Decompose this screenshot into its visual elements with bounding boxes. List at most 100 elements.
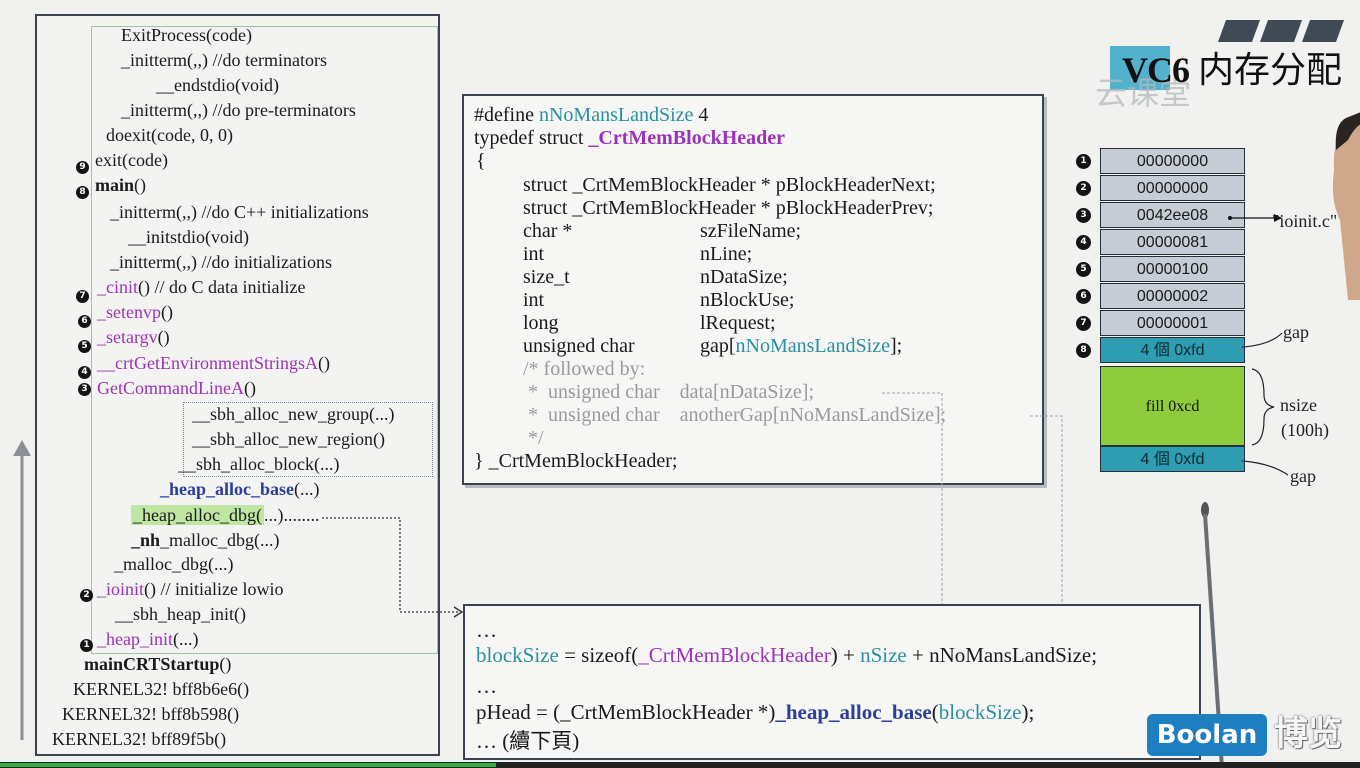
- call-stack-text: __initstdio(void): [128, 227, 249, 247]
- call-stack-text: _setenvp: [97, 302, 161, 322]
- presenter-figure: [1332, 112, 1360, 300]
- call-stack-text: _cinit: [97, 277, 138, 297]
- fill-cell: fill 0xcd: [1100, 366, 1245, 446]
- call-stack-line: mainCRTStartup(): [84, 653, 231, 675]
- call-stack-text: _malloc_dbg(...): [114, 554, 234, 574]
- nsize-label: nsize: [1280, 395, 1317, 415]
- call-stack-line: _heap_alloc_dbg(...)........: [131, 504, 319, 526]
- call-stack-line: __endstdio(void): [156, 74, 279, 96]
- gap-label-bottom: gap: [1290, 466, 1316, 486]
- phead-line: pHead = (_CrtMemBlockHeader *)_heap_allo…: [476, 700, 1035, 724]
- member-type: int: [523, 289, 545, 311]
- call-stack-line: KERNEL32! bff8b598(): [62, 703, 239, 725]
- call-stack-line: _setenvp(): [97, 301, 173, 323]
- call-stack-line: main(): [95, 174, 146, 196]
- comment-line: /* followed by:: [523, 358, 646, 380]
- code-ellipsis: …: [476, 618, 497, 642]
- open-brace: {: [476, 150, 486, 172]
- call-stack-line: _heap_init(...): [97, 628, 198, 650]
- define-line: #define nNoMansLandSize 4: [474, 104, 709, 126]
- call-stack-text: (...): [172, 629, 199, 649]
- call-stack-text: _heap_alloc_dbg(: [131, 505, 264, 525]
- step-number-badge: 3: [78, 383, 91, 396]
- boolan-logo: Boolan: [1147, 714, 1267, 756]
- call-stack-line: GetCommandLineA(): [97, 377, 256, 399]
- header-cell: 00000100: [1100, 256, 1245, 282]
- call-stack-text: _initterm(,,) //do initializations: [110, 252, 332, 272]
- cell-number-badge: 6: [1076, 289, 1091, 304]
- call-stack-text: __crtGetEnvironmentStringsA: [97, 353, 318, 373]
- step-number-badge: 7: [76, 290, 89, 303]
- call-stack-text: __sbh_heap_init(): [115, 604, 246, 624]
- member-name: nDataSize;: [700, 266, 788, 288]
- member-type: struct _CrtMemBlockHeader * pBlockHeader…: [523, 197, 934, 219]
- call-stack-text: __sbh_alloc_new_region(): [192, 429, 385, 449]
- typedef-line: typedef struct _CrtMemBlockHeader: [474, 127, 786, 149]
- member-name: szFileName;: [700, 220, 802, 242]
- comment-line: * unsigned char data[nDataSize];: [523, 381, 815, 403]
- step-number-badge: 2: [80, 589, 93, 602]
- call-stack-text: (): [243, 378, 256, 398]
- member-name: gap[nNoMansLandSize];: [700, 335, 903, 357]
- call-stack-text: __sbh_alloc_block(...): [178, 454, 340, 474]
- call-stack-line: __crtGetEnvironmentStringsA(): [97, 352, 330, 374]
- call-stack-line: exit(code): [95, 149, 168, 171]
- call-stack-line: _setargv(): [97, 326, 170, 348]
- call-stack-text: ...)........: [263, 505, 320, 525]
- cell-number-badge: 1: [1076, 154, 1091, 169]
- header-stripe: [1217, 20, 1261, 42]
- boolan-logo-cn: 博览: [1274, 714, 1342, 754]
- call-stack-text: __sbh_alloc_new_group(...): [192, 404, 395, 424]
- call-stack-line: __sbh_alloc_block(...): [178, 453, 339, 475]
- call-stack-text: _initterm(,,) //do pre-terminators: [121, 100, 356, 120]
- header-cell: 00000000: [1100, 175, 1245, 201]
- call-stack-line: __sbh_heap_init(): [115, 603, 246, 625]
- header-cell: 00000001: [1100, 310, 1245, 336]
- step-number-badge: 9: [76, 161, 89, 174]
- call-stack-text: _setargv: [97, 327, 158, 347]
- call-stack-line: __sbh_alloc_new_region(): [192, 428, 385, 450]
- call-stack-text: KERNEL32! bff8b598(): [62, 704, 240, 724]
- call-stack-text: _malloc_dbg(...): [160, 530, 280, 550]
- member-type: struct _CrtMemBlockHeader * pBlockHeader…: [523, 174, 936, 196]
- step-number-badge: 4: [78, 366, 91, 379]
- member-type: char *: [523, 220, 573, 242]
- connector-arrow: [322, 517, 464, 618]
- call-stack-text: (): [317, 353, 330, 373]
- member-type: unsigned char: [523, 335, 635, 357]
- step-number-badge: 1: [80, 639, 93, 652]
- call-stack-text: KERNEL32! bff89f5b(): [52, 729, 227, 749]
- comment-line: */: [523, 427, 544, 449]
- call-stack-line: _initterm(,,) //do C++ initializations: [110, 201, 369, 223]
- call-stack-text: (): [134, 175, 147, 195]
- call-stack-text: _heap_init: [97, 629, 173, 649]
- call-stack-line: _cinit() // do C data initialize: [97, 276, 305, 298]
- call-stack-text: _initterm(,,) //do C++ initializations: [110, 202, 369, 222]
- call-stack-text: _heap_alloc_base: [160, 479, 295, 499]
- gap-cell-top: 4 個 0xfd: [1100, 337, 1245, 363]
- call-stack-line: _heap_alloc_base(...): [160, 478, 320, 500]
- member-type: size_t: [523, 266, 570, 288]
- gap-label-top: gap: [1283, 322, 1309, 342]
- call-stack-text: GetCommandLineA: [97, 378, 244, 398]
- call-stack-line: _nh_malloc_dbg(...): [131, 529, 280, 551]
- nsize-value: (100h): [1281, 420, 1329, 440]
- blocksize-line: blockSize = sizeof(_CrtMemBlockHeader) +…: [476, 643, 1098, 667]
- call-stack-text: _ioinit: [97, 579, 145, 599]
- cell-number-badge: 5: [1076, 262, 1091, 277]
- call-stack-line: __sbh_alloc_new_group(...): [192, 403, 394, 425]
- call-stack-text: _initterm(,,) //do terminators: [121, 50, 327, 70]
- call-stack-text: _nh: [131, 530, 161, 550]
- call-stack-text: mainCRTStartup: [84, 654, 220, 674]
- video-progress-fill: [0, 763, 497, 767]
- call-stack-text: KERNEL32! bff8b6e6(): [73, 679, 250, 699]
- call-stack-line: _initterm(,,) //do pre-terminators: [121, 99, 356, 121]
- code-ellipsis: …: [476, 674, 497, 698]
- call-stack-text: (): [219, 654, 232, 674]
- slide-title: VC6 内存分配: [1122, 48, 1342, 92]
- continued-note: … (續下頁): [476, 729, 580, 753]
- call-stack-text: (): [160, 302, 173, 322]
- call-stack-text: main: [95, 175, 135, 195]
- call-stack-text: exit(code): [95, 150, 168, 170]
- cell-number-badge: 7: [1076, 316, 1091, 331]
